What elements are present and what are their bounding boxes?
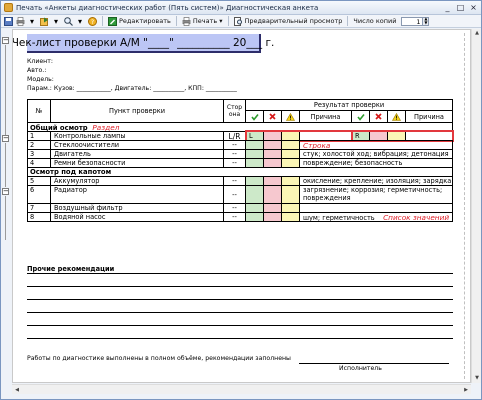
app-icon: [4, 3, 13, 12]
copies-stepper[interactable]: ▲ ▼: [423, 16, 430, 26]
reason-cell[interactable]: шум; герметичность Список значений: [299, 212, 453, 222]
minimize-button[interactable]: _: [442, 3, 453, 13]
separator: [227, 16, 229, 26]
scroll-right-icon[interactable]: ▶: [461, 385, 471, 395]
cross-icon: [375, 113, 382, 120]
recommendation-line: [27, 299, 453, 300]
export-icon[interactable]: [39, 16, 49, 26]
recommendation-line: [27, 325, 453, 326]
print-button[interactable]: Печать ▾: [180, 16, 225, 27]
result-warn-cell[interactable]: [281, 185, 300, 204]
auto-label: Авто.:: [27, 67, 47, 74]
row-name: Радиатор: [50, 185, 224, 204]
recommendation-line: [27, 312, 453, 313]
chevron-down-icon: ▾: [217, 17, 223, 25]
row-side: --: [223, 185, 246, 204]
cross-icon: [269, 113, 276, 120]
dropdown-arrow-icon[interactable]: ▾: [75, 16, 85, 26]
recommendation-line: [27, 286, 453, 287]
group-line: [5, 143, 6, 187]
recommendation-line: [27, 338, 453, 339]
reason-cell[interactable]: загрязнение; коррозия; герметичность; по…: [299, 185, 453, 204]
dropdown-arrow-icon[interactable]: ▾: [51, 16, 61, 26]
separator: [175, 16, 177, 26]
edit-icon: [108, 16, 117, 26]
col-num-header: №: [27, 99, 51, 123]
row-num: 8: [27, 212, 51, 222]
svg-text:?: ?: [90, 19, 93, 26]
collapse-section-toggle[interactable]: −: [2, 135, 9, 142]
print-icon: [182, 16, 191, 26]
recommendations-title: Прочие рекомендации: [27, 265, 115, 273]
group-line: [5, 45, 6, 135]
check-icon: [356, 113, 365, 121]
list-annotation: Список значений: [383, 213, 450, 222]
client-label: Клиент:: [27, 58, 53, 65]
reason-text: шум; герметичность: [303, 214, 375, 222]
separator: [102, 16, 103, 26]
collapse-group-toggle[interactable]: −: [2, 37, 9, 44]
print-icon[interactable]: [15, 16, 25, 26]
help-icon[interactable]: ?: [87, 16, 97, 26]
title-bar: Печать «Анкеты диагностических работ (Пя…: [1, 1, 481, 15]
copies-label: Число копий: [353, 17, 397, 25]
horizontal-scrollbar[interactable]: ◀ ▶: [12, 384, 471, 394]
result-ok-cell[interactable]: [245, 212, 264, 222]
params-line: Парам.: Кузов: ___________, Двигатель: _…: [27, 85, 237, 92]
executor-label: Исполнитель: [339, 365, 382, 372]
edit-button[interactable]: Редактировать: [106, 16, 173, 27]
scroll-up-icon[interactable]: ▲: [472, 29, 482, 38]
col-side-header: Стор она: [223, 99, 246, 123]
col-item-header: Пункт проверки: [50, 99, 224, 123]
collapse-section-toggle[interactable]: −: [2, 188, 9, 195]
document-header: Чек-лист проверки А/М "____" __________ …: [13, 34, 274, 53]
separator: [347, 16, 349, 26]
edit-label: Редактировать: [119, 17, 171, 25]
copies-input[interactable]: 1: [401, 16, 424, 26]
row-num: 6: [27, 185, 51, 204]
warning-icon: [286, 112, 295, 121]
row-name: Водяной насос: [50, 212, 224, 222]
window-title: Печать «Анкеты диагностических работ (Пя…: [16, 3, 319, 12]
vertical-scrollbar[interactable]: ▲ ▼: [471, 29, 481, 383]
group-line: [5, 196, 6, 240]
scroll-down-icon[interactable]: ▼: [472, 374, 482, 383]
zoom-icon[interactable]: [63, 16, 73, 26]
preview-icon: [233, 16, 243, 26]
save-icon[interactable]: [3, 16, 13, 26]
check-icon: [250, 113, 259, 121]
dropdown-arrow-icon[interactable]: ▾: [27, 16, 37, 26]
completion-statement: Работы по диагностике выполнены в полном…: [27, 355, 291, 362]
warning-icon: [392, 112, 401, 121]
model-label: Модель:: [27, 76, 54, 83]
preview-label: Предварительный просмотр: [244, 17, 343, 25]
row-side: --: [223, 212, 246, 222]
spreadsheet-document[interactable]: Чек-лист проверки А/М "____" __________ …: [12, 29, 471, 383]
maximize-button[interactable]: □: [455, 3, 466, 13]
result-bad-cell[interactable]: [263, 185, 282, 204]
recommendation-line: [27, 273, 453, 274]
signature-line: [299, 363, 449, 364]
preview-button[interactable]: Предварительный просмотр: [232, 16, 345, 27]
result-ok-cell[interactable]: [245, 185, 264, 204]
toolbar: ▾ ▾ ▾ ? Редактировать Печать ▾ Предварит…: [1, 15, 481, 28]
result-warn-cell[interactable]: [281, 212, 300, 222]
print-label: Печать: [192, 17, 218, 25]
outline-gutter: − − −: [1, 29, 11, 399]
close-button[interactable]: ×: [468, 3, 479, 13]
result-bad-cell[interactable]: [263, 212, 282, 222]
section-title: Осмотр под капотом: [30, 168, 112, 176]
print-window: Печать «Анкеты диагностических работ (Пя…: [0, 0, 482, 400]
scroll-left-icon[interactable]: ◀: [12, 385, 22, 395]
